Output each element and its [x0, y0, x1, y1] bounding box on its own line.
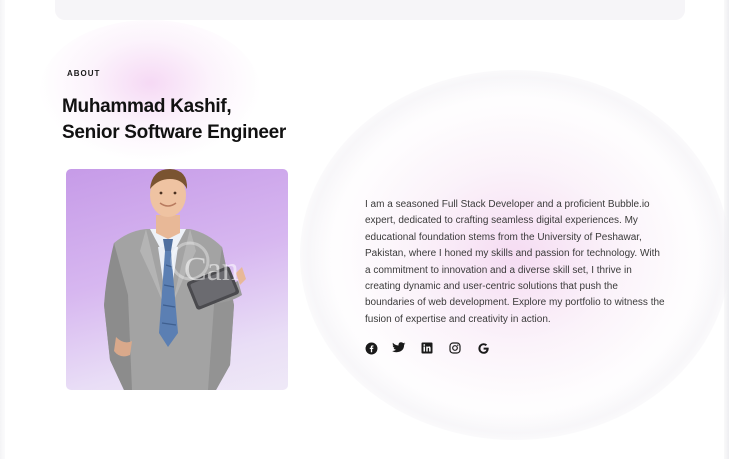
linkedin-icon [421, 342, 433, 354]
linkedin-link[interactable] [420, 341, 434, 355]
section-eyebrow: ABOUT [67, 69, 101, 78]
twitter-link[interactable] [392, 341, 406, 355]
google-link[interactable] [476, 341, 490, 355]
title-name: Muhammad Kashif, [62, 96, 232, 117]
top-bar [55, 0, 685, 20]
instagram-link[interactable] [448, 341, 462, 355]
facebook-icon [365, 342, 378, 355]
page-title: Muhammad Kashif, Senior Software Enginee… [62, 94, 286, 146]
title-role: Senior Software Engineer [62, 122, 287, 143]
watermark-text: Can [184, 251, 239, 288]
about-section: ABOUT Muhammad Kashif, Senior Software E… [0, 0, 729, 459]
left-edge [0, 0, 5, 459]
profile-photo: Can [66, 155, 288, 390]
social-links [364, 341, 490, 355]
facebook-link[interactable] [364, 341, 378, 355]
google-icon [477, 342, 490, 355]
bio-text: I am a seasoned Full Stack Developer and… [365, 199, 665, 325]
instagram-icon [449, 342, 461, 354]
twitter-icon [392, 342, 406, 354]
